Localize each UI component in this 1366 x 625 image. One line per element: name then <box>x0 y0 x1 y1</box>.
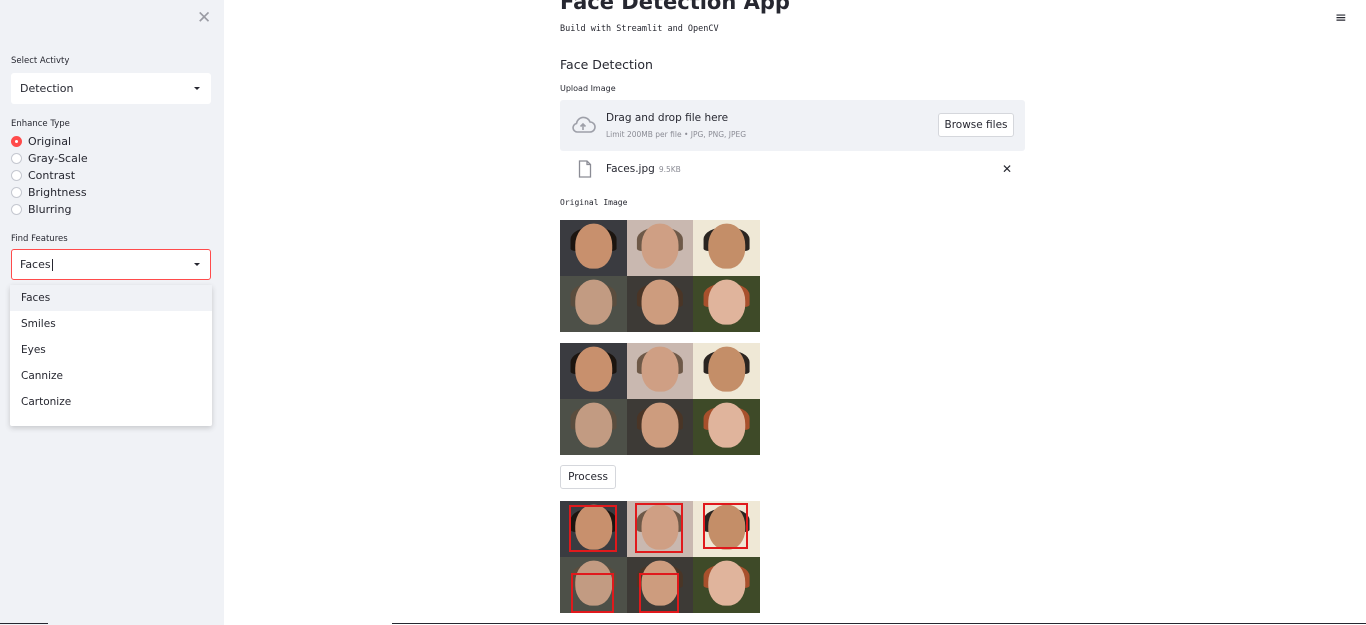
dropdown-option-cannize[interactable]: Cannize <box>10 363 212 389</box>
radio-gray-scale[interactable]: Gray-Scale <box>11 151 88 167</box>
radio-label: Brightness <box>28 186 87 199</box>
drag-drop-text: Drag and drop file here <box>606 112 729 124</box>
face-detection-box <box>569 505 617 552</box>
radio-brightness[interactable]: Brightness <box>11 185 87 201</box>
uploaded-file-row: Faces.jpg 9.5KB ✕ <box>560 158 1025 182</box>
radio-unselected-icon <box>11 186 22 198</box>
find-features-value: Faces <box>20 258 51 271</box>
cloud-upload-icon <box>572 116 596 133</box>
radio-contrast[interactable]: Contrast <box>11 168 75 184</box>
radio-label: Gray-Scale <box>28 152 88 165</box>
page-subtitle: Build with Streamlit and OpenCV <box>560 24 719 34</box>
face-detection-box <box>571 573 614 613</box>
radio-unselected-icon <box>11 169 22 181</box>
select-activity-label: Select Activty <box>11 56 70 66</box>
radio-unselected-icon <box>11 203 22 215</box>
radio-label: Blurring <box>28 203 72 216</box>
upload-limit-text: Limit 200MB per file • JPG, PNG, JPEG <box>606 130 747 139</box>
face-detection-box <box>703 503 748 549</box>
file-size: 9.5KB <box>658 165 681 174</box>
select-activity-value: Detection <box>20 82 74 95</box>
select-activity-dropdown[interactable]: Detection <box>11 73 211 104</box>
original-image-label: Original Image <box>560 198 628 207</box>
text-cursor <box>51 259 53 271</box>
process-button[interactable]: Process <box>560 465 616 489</box>
page-title: Face Detection App <box>560 0 790 14</box>
enhance-type-label: Enhance Type <box>11 119 70 129</box>
radio-unselected-icon <box>11 152 22 164</box>
radio-label: Original <box>28 135 72 148</box>
file-uploader[interactable]: Drag and drop file here Limit 200MB per … <box>560 100 1025 151</box>
dropdown-option-faces[interactable]: Faces <box>10 285 212 311</box>
find-features-label: Find Features <box>11 234 68 244</box>
chevron-down-icon <box>194 250 200 279</box>
face-detection-box <box>639 573 679 613</box>
section-title: Face Detection <box>560 57 653 72</box>
enhanced-image <box>560 343 760 455</box>
file-name: Faces.jpg <box>606 163 655 175</box>
face-detection-box <box>635 503 683 553</box>
dropdown-option-eyes[interactable]: Eyes <box>10 337 212 363</box>
dropdown-option-cartonize[interactable]: Cartonize <box>10 389 212 415</box>
upload-label: Upload Image <box>560 84 616 93</box>
hamburger-menu-icon[interactable]: ≡ <box>1335 10 1347 26</box>
file-icon <box>578 160 592 178</box>
radio-original[interactable]: Original <box>11 134 71 150</box>
result-image <box>560 501 760 613</box>
find-features-select[interactable]: Faces <box>11 249 211 280</box>
radio-selected-icon <box>11 135 22 147</box>
sidebar: ✕ Select Activty Detection Enhance Type … <box>0 0 224 625</box>
browse-files-button[interactable]: Browse files <box>938 113 1014 137</box>
radio-label: Contrast <box>28 169 76 182</box>
original-image <box>560 220 760 332</box>
remove-file-icon[interactable]: ✕ <box>1002 162 1012 176</box>
radio-blurring[interactable]: Blurring <box>11 202 71 218</box>
find-features-dropdown-menu: Faces Smiles Eyes Cannize Cartonize <box>10 285 212 426</box>
dropdown-option-smiles[interactable]: Smiles <box>10 311 212 337</box>
chevron-down-icon <box>194 74 200 103</box>
close-icon[interactable]: ✕ <box>197 8 211 28</box>
